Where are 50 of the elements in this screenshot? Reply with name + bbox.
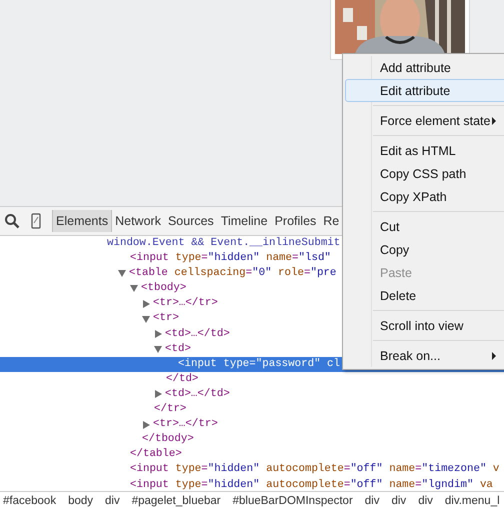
- code-line[interactable]: <input type="hidden" name="lsd": [130, 251, 331, 266]
- code-line[interactable]: <td>…</td>: [165, 386, 230, 402]
- panel-tab[interactable]: Re: [320, 210, 344, 232]
- code-line[interactable]: <tr>: [153, 311, 179, 327]
- breadcrumb[interactable]: #facebook: [3, 495, 56, 507]
- panel-tab[interactable]: Sources: [164, 210, 218, 232]
- breadcrumb[interactable]: div: [391, 495, 406, 507]
- breadcrumb[interactable]: div: [418, 495, 433, 507]
- code-line[interactable]: <tr>…</tr>: [153, 417, 218, 432]
- expand-triangle-icon[interactable]: [143, 300, 150, 308]
- menu-item[interactable]: Add attribute: [345, 56, 504, 79]
- expand-triangle-icon[interactable]: [118, 270, 126, 278]
- breadcrumb[interactable]: #pagelet_bluebar: [132, 495, 221, 507]
- search-icon[interactable]: [4, 213, 20, 229]
- menu-item[interactable]: Edit attribute: [345, 79, 504, 102]
- expand-triangle-icon[interactable]: [142, 316, 150, 323]
- code-line[interactable]: </tbody>: [142, 432, 194, 448]
- menu-item[interactable]: Break on...: [345, 344, 504, 367]
- breadcrumb[interactable]: div.menu_l: [444, 495, 500, 507]
- panel-tab[interactable]: Timeline: [218, 210, 272, 232]
- expand-triangle-icon[interactable]: [143, 420, 150, 429]
- code-line[interactable]: <td>…</td>: [165, 326, 230, 342]
- expand-triangle-icon[interactable]: [130, 285, 138, 292]
- menu-item[interactable]: Edit as HTML: [345, 139, 504, 162]
- code-line[interactable]: </tr>: [154, 402, 186, 418]
- code-line[interactable]: <input type="hidden" autocomplete="off" name="timezone" v: [130, 462, 500, 478]
- menu-item[interactable]: Copy XPath: [345, 185, 504, 208]
- panel-tab[interactable]: Profiles: [272, 210, 320, 232]
- breadcrumb[interactable]: div: [364, 495, 380, 507]
- code-line[interactable]: window.Event && Event.__inlineSubmit: [107, 236, 340, 252]
- breadcrumb[interactable]: body: [68, 495, 94, 507]
- code-line[interactable]: <tr>…</tr>: [153, 296, 218, 312]
- menu-item[interactable]: Copy: [345, 238, 504, 261]
- code-line[interactable]: <input type="hidden" autocomplete="off" name="lgndim" va: [130, 478, 493, 493]
- menu-item[interactable]: Scroll into view: [345, 314, 504, 337]
- menu-item[interactable]: Force element state: [345, 109, 504, 132]
- menu-item[interactable]: Cut: [345, 215, 504, 238]
- breadcrumb[interactable]: div: [105, 495, 120, 507]
- code-line[interactable]: <tbody>: [141, 281, 186, 296]
- code-line[interactable]: <table cellspacing="0" role="pre: [129, 266, 336, 282]
- expand-triangle-icon[interactable]: [155, 390, 162, 398]
- panel-tab[interactable]: Elements: [52, 210, 112, 232]
- expand-triangle-icon[interactable]: [155, 330, 162, 338]
- breadcrumb[interactable]: #blueBarDOMInspector: [232, 495, 353, 507]
- code-line[interactable]: </td>: [166, 372, 198, 387]
- menu-item[interactable]: Copy CSS path: [345, 162, 504, 185]
- code-line[interactable]: </table>: [130, 447, 182, 462]
- panel-tab[interactable]: Network: [112, 210, 165, 232]
- menu-item[interactable]: Delete: [345, 284, 504, 307]
- code-line[interactable]: <td>: [165, 342, 191, 357]
